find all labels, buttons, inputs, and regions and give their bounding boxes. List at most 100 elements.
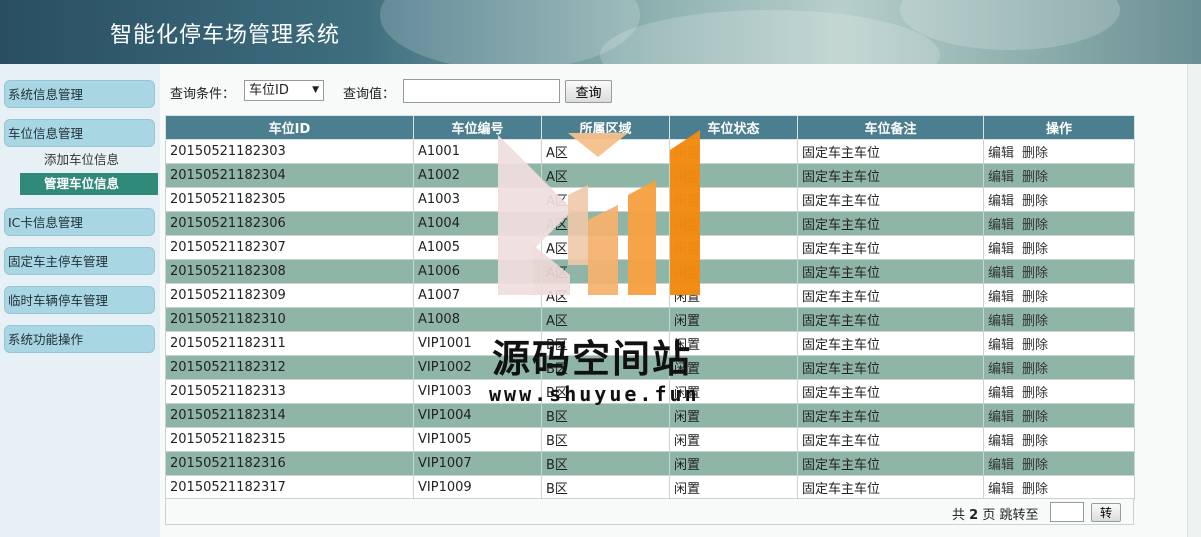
delete-link[interactable]: 删除 [1022, 458, 1048, 473]
edit-link[interactable]: 编辑 [988, 314, 1014, 329]
cell-actions: 编辑 删除 [983, 163, 1135, 188]
column-header-actions: 操作 [983, 115, 1135, 140]
value-label: 查询值： [343, 87, 396, 102]
cell-remark: 固定车主车位 [797, 283, 984, 308]
cell-remark: 固定车主车位 [797, 379, 984, 404]
delete-link[interactable]: 删除 [1022, 362, 1048, 377]
condition-label: 查询条件： [170, 87, 236, 102]
watermark-url: www.shuyue.fun [489, 382, 700, 406]
cell-actions: 编辑 删除 [983, 259, 1135, 284]
cell-space-number: VIP1007 [413, 451, 542, 476]
header-cloud [600, 10, 940, 64]
delete-link[interactable]: 删除 [1022, 170, 1048, 185]
cell-remark: 固定车主车位 [797, 163, 984, 188]
chevron-down-icon: ▼ [312, 85, 319, 95]
pagination: 共 2 页 跳转至 转 [165, 498, 1134, 525]
cell-space-id: 20150521182311 [165, 331, 414, 356]
sidebar-item-temp-vehicle-parking[interactable]: 临时车辆停车管理 [4, 286, 155, 314]
delete-link[interactable]: 删除 [1022, 290, 1048, 305]
cell-space-id: 20150521182314 [165, 403, 414, 428]
sidebar-item-parking-space[interactable]: 车位信息管理 [4, 119, 155, 147]
table-row: 20150521182315 VIP1005 B区 闲置 固定车主车位 编辑 删除 [165, 427, 1135, 452]
edit-link[interactable]: 编辑 [988, 266, 1014, 281]
edit-link[interactable]: 编辑 [988, 434, 1014, 449]
cell-space-id: 20150521182307 [165, 235, 414, 260]
edit-link[interactable]: 编辑 [988, 410, 1014, 425]
cell-space-id: 20150521182305 [165, 187, 414, 212]
cell-actions: 编辑 删除 [983, 283, 1135, 308]
delete-link[interactable]: 删除 [1022, 194, 1048, 209]
edit-link[interactable]: 编辑 [988, 338, 1014, 353]
cell-remark: 固定车主车位 [797, 403, 984, 428]
sidebar-item-fixed-owner-parking[interactable]: 固定车主停车管理 [4, 247, 155, 275]
delete-link[interactable]: 删除 [1022, 338, 1048, 353]
cell-remark: 固定车主车位 [797, 475, 984, 500]
scrollbar[interactable] [1187, 64, 1201, 537]
edit-link[interactable]: 编辑 [988, 242, 1014, 257]
table-row: 20150521182317 VIP1009 B区 闲置 固定车主车位 编辑 删除 [165, 475, 1135, 500]
pagination-prefix: 共 [952, 508, 966, 523]
edit-link[interactable]: 编辑 [988, 170, 1014, 185]
cell-actions: 编辑 删除 [983, 235, 1135, 260]
cell-remark: 固定车主车位 [797, 259, 984, 284]
delete-link[interactable]: 删除 [1022, 434, 1048, 449]
cell-actions: 编辑 删除 [983, 475, 1135, 500]
cell-space-number: VIP1005 [413, 427, 542, 452]
sidebar-item-system-info[interactable]: 系统信息管理 [4, 80, 155, 108]
cell-remark: 固定车主车位 [797, 139, 984, 164]
edit-link[interactable]: 编辑 [988, 386, 1014, 401]
cell-actions: 编辑 删除 [983, 403, 1135, 428]
edit-link[interactable]: 编辑 [988, 194, 1014, 209]
cell-remark: 固定车主车位 [797, 427, 984, 452]
cell-actions: 编辑 删除 [983, 187, 1135, 212]
sidebar-subitem-add-space[interactable]: 添加车位信息 [20, 149, 158, 171]
cell-remark: 固定车主车位 [797, 235, 984, 260]
cell-remark: 固定车主车位 [797, 331, 984, 356]
page-jump-input[interactable] [1050, 502, 1084, 522]
edit-link[interactable]: 编辑 [988, 362, 1014, 377]
cell-area: B区 [541, 451, 670, 476]
condition-select-value: 车位ID [249, 83, 289, 98]
cell-remark: 固定车主车位 [797, 211, 984, 236]
total-pages: 2 [969, 508, 979, 523]
delete-link[interactable]: 删除 [1022, 218, 1048, 233]
cell-actions: 编辑 删除 [983, 355, 1135, 380]
cell-actions: 编辑 删除 [983, 451, 1135, 476]
delete-link[interactable]: 删除 [1022, 266, 1048, 281]
sidebar-item-system-functions[interactable]: 系统功能操作 [4, 325, 155, 353]
cell-space-id: 20150521182315 [165, 427, 414, 452]
delete-link[interactable]: 删除 [1022, 482, 1048, 497]
condition-select[interactable]: 车位ID ▼ [244, 80, 324, 101]
query-button[interactable]: 查询 [565, 80, 612, 103]
page-jump-button[interactable]: 转 [1091, 503, 1121, 522]
app-title: 智能化停车场管理系统 [110, 23, 341, 48]
cell-space-id: 20150521182306 [165, 211, 414, 236]
cell-area: B区 [541, 427, 670, 452]
delete-link[interactable]: 删除 [1022, 314, 1048, 329]
delete-link[interactable]: 删除 [1022, 410, 1048, 425]
cell-status: 闲置 [669, 475, 798, 500]
cell-space-id: 20150521182313 [165, 379, 414, 404]
cell-space-id: 20150521182303 [165, 139, 414, 164]
delete-link[interactable]: 删除 [1022, 146, 1048, 161]
cell-status: 闲置 [669, 451, 798, 476]
cell-remark: 固定车主车位 [797, 187, 984, 212]
edit-link[interactable]: 编辑 [988, 218, 1014, 233]
cell-actions: 编辑 删除 [983, 427, 1135, 452]
sidebar-item-ic-card[interactable]: IC卡信息管理 [4, 208, 155, 236]
edit-link[interactable]: 编辑 [988, 290, 1014, 305]
cell-space-id: 20150521182317 [165, 475, 414, 500]
cell-space-id: 20150521182316 [165, 451, 414, 476]
table-row: 20150521182316 VIP1007 B区 闲置 固定车主车位 编辑 删除 [165, 451, 1135, 476]
query-value-input[interactable] [403, 79, 560, 103]
watermark-text: 源码空间站 [492, 337, 693, 381]
edit-link[interactable]: 编辑 [988, 458, 1014, 473]
cell-actions: 编辑 删除 [983, 211, 1135, 236]
cell-actions: 编辑 删除 [983, 379, 1135, 404]
pagination-suffix: 页 跳转至 [982, 508, 1039, 523]
edit-link[interactable]: 编辑 [988, 146, 1014, 161]
edit-link[interactable]: 编辑 [988, 482, 1014, 497]
sidebar-subitem-manage-space[interactable]: 管理车位信息 [20, 173, 158, 195]
delete-link[interactable]: 删除 [1022, 242, 1048, 257]
delete-link[interactable]: 删除 [1022, 386, 1048, 401]
